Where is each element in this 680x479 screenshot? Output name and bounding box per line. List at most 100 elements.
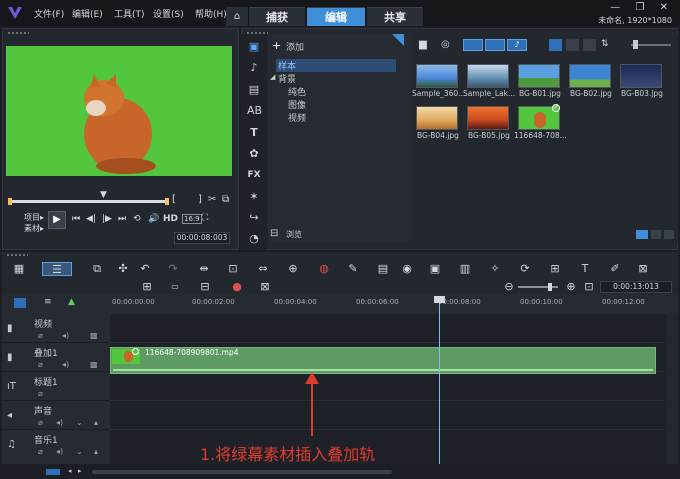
browse-button[interactable]: 浏览: [286, 229, 302, 240]
link-icon[interactable]: ⌀: [38, 447, 43, 456]
transition-icon[interactable]: ▤: [247, 83, 261, 97]
ab-transition-icon[interactable]: AB: [247, 104, 262, 118]
motion-icon[interactable]: ▤: [376, 262, 390, 276]
zoom-in-icon[interactable]: ⊕: [564, 280, 578, 294]
scroll-left-icon[interactable]: ◂: [68, 467, 72, 475]
menu-file[interactable]: 文件(F): [34, 7, 64, 20]
subtitle-icon[interactable]: ▣: [428, 262, 442, 276]
auto-music-icon[interactable]: ⊠: [258, 280, 272, 294]
folder-icon[interactable]: ▆: [419, 39, 427, 50]
show-audio-toggle[interactable]: ♪: [507, 39, 527, 51]
collapse-icon[interactable]: ▴: [94, 447, 98, 456]
title-icon[interactable]: T: [247, 126, 261, 140]
video-track-row[interactable]: [110, 314, 665, 343]
thumb-bg-b03[interactable]: [620, 64, 662, 88]
path-icon[interactable]: ↪: [247, 211, 261, 225]
end-skip-icon[interactable]: ⏭: [118, 214, 126, 224]
title-tool-icon[interactable]: T: [578, 262, 592, 276]
timeline-vertical-scrollbar[interactable]: [666, 314, 678, 464]
track-header-overlay[interactable]: ▮ 叠加1 ⌀ ◂) ▩: [2, 343, 110, 372]
list-view-icon[interactable]: [566, 39, 579, 51]
menu-tools[interactable]: 工具(T): [114, 7, 145, 20]
chapter-icon[interactable]: ⊟: [198, 280, 212, 294]
track-header-music[interactable]: ♫ 音乐1 ⌀ ◂) ⌄ ▴: [2, 430, 110, 459]
grid-icon[interactable]: ▩: [90, 360, 98, 369]
storyboard-view-icon[interactable]: ▦: [12, 262, 26, 276]
color-correction-icon[interactable]: ◍: [317, 262, 331, 276]
painting-icon[interactable]: ✐: [608, 262, 622, 276]
scroll-option-icon[interactable]: [46, 469, 60, 475]
grid-view-icon[interactable]: [583, 39, 596, 51]
fx-filter-icon[interactable]: FX: [247, 168, 261, 182]
zoom-slider[interactable]: [518, 286, 558, 288]
collapse-icon[interactable]: ▴: [94, 418, 98, 427]
media-icon[interactable]: ▣: [247, 40, 261, 54]
show-video-toggle[interactable]: [463, 39, 483, 51]
playhead-handle[interactable]: [434, 296, 445, 303]
fullscreen-icon[interactable]: ⛶: [202, 213, 208, 223]
tab-edit[interactable]: 编辑: [307, 7, 365, 26]
thumbnail-view-icon[interactable]: [549, 39, 562, 51]
mute-icon[interactable]: ◂): [56, 447, 63, 456]
show-photo-toggle[interactable]: [485, 39, 505, 51]
scroll-thumb[interactable]: [92, 470, 392, 474]
track-header-voice[interactable]: ◂ 声音 ⌀ ◂) ⌄ ▴: [2, 401, 110, 430]
tree-item-image[interactable]: 图像: [288, 98, 306, 111]
fit-project-icon[interactable]: ⊡: [582, 280, 596, 294]
project-duration-timecode[interactable]: 0:00:13:013: [600, 281, 672, 293]
play-button[interactable]: ▶: [48, 211, 66, 229]
fit-icon[interactable]: ⇹: [197, 262, 211, 276]
show-all-tracks-icon[interactable]: [14, 298, 26, 308]
preview-screen[interactable]: [6, 46, 232, 176]
record-capture-icon[interactable]: ⊡: [226, 262, 240, 276]
menu-edit[interactable]: 编辑(E): [72, 7, 103, 20]
voice-track-row[interactable]: [110, 401, 665, 430]
graphic-icon[interactable]: ✿: [247, 147, 261, 161]
tree-expand-icon[interactable]: ◢: [270, 73, 275, 81]
title-track-row[interactable]: [110, 372, 665, 401]
instant-project-icon[interactable]: ♪: [247, 61, 261, 75]
stabilize-icon[interactable]: ⊞: [548, 262, 562, 276]
mark-in-handle[interactable]: [8, 198, 12, 205]
add-folder-button[interactable]: 添加: [286, 40, 304, 53]
add-icon[interactable]: +: [272, 39, 281, 52]
mark-out-handle[interactable]: [165, 198, 169, 205]
tab-share[interactable]: 共享: [367, 7, 423, 26]
timeline-ruler[interactable]: ≡ ▲ 00:00:00:00 00:00:02:00 00:00:04:00 …: [2, 294, 678, 314]
speed-icon[interactable]: ◔: [247, 232, 261, 246]
library-option-icon[interactable]: [636, 230, 648, 239]
add-marker-icon[interactable]: ▲: [68, 297, 75, 307]
tree-item-video[interactable]: 视频: [288, 111, 306, 124]
thumb-sample-lake[interactable]: [467, 64, 509, 88]
sort-icon[interactable]: ⇅: [601, 39, 609, 49]
mute-icon[interactable]: ◂): [62, 360, 69, 369]
thumb-sample-360[interactable]: [416, 64, 458, 88]
undo-icon[interactable]: ↶: [138, 262, 152, 276]
volume-icon[interactable]: 🔊: [148, 214, 159, 224]
toolbar-option-icon[interactable]: ⧉: [90, 262, 104, 276]
tools-icon[interactable]: ✣: [116, 262, 130, 276]
track-motion-icon[interactable]: ⟳: [518, 262, 532, 276]
expand-icon[interactable]: ⌄: [76, 418, 83, 427]
tree-item-solid-color[interactable]: 纯色: [288, 85, 306, 98]
grid-icon[interactable]: ▩: [90, 331, 98, 340]
redo-icon[interactable]: ↷: [166, 262, 180, 276]
track-header-video[interactable]: ▮ 视频 ⌀ ◂) ▩: [2, 314, 110, 343]
export-icon[interactable]: ⊠: [636, 262, 650, 276]
thumb-bg-b05[interactable]: [467, 106, 509, 130]
track-area[interactable]: [110, 314, 665, 464]
mask-icon[interactable]: ✎: [346, 262, 360, 276]
zoom-out-icon[interactable]: ⊖: [502, 280, 516, 294]
split-icon[interactable]: ⇔: [256, 262, 270, 276]
hd-toggle[interactable]: HD: [163, 214, 178, 224]
scroll-right-icon[interactable]: ▸: [78, 467, 82, 475]
project-mode-label[interactable]: 项目▸: [24, 212, 44, 223]
pan-zoom-icon[interactable]: ⊕: [286, 262, 300, 276]
prev-frame-icon[interactable]: ◀|: [86, 214, 96, 224]
track-manager-icon[interactable]: ≡: [44, 297, 52, 307]
timeline-view-icon[interactable]: ☰: [42, 262, 72, 276]
edit-icon[interactable]: ⊞: [140, 280, 154, 294]
thumb-bg-b01[interactable]: [518, 64, 560, 88]
mute-icon[interactable]: ◂): [56, 418, 63, 427]
menu-settings[interactable]: 设置(S): [153, 7, 184, 20]
